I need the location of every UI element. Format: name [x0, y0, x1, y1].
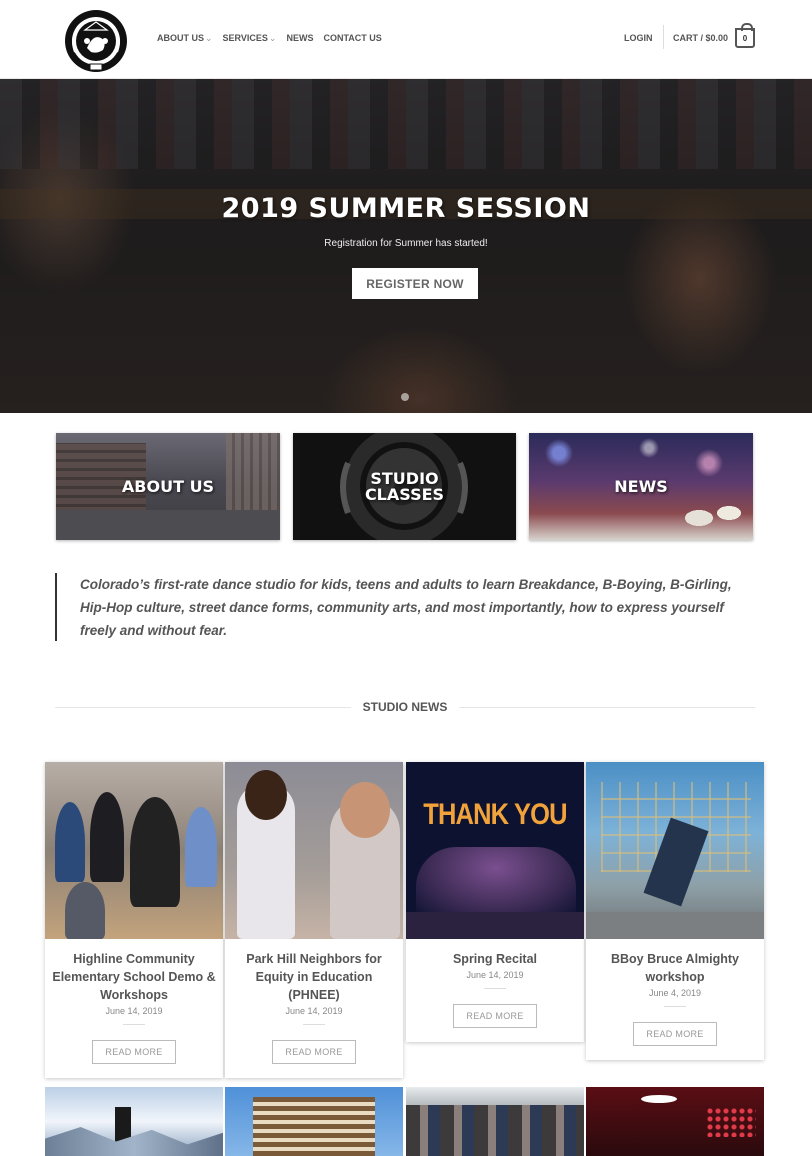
- card-divider: [484, 988, 506, 989]
- image-figure: [706, 1107, 756, 1137]
- image-figure: [65, 882, 105, 939]
- image-figure: [641, 1095, 677, 1103]
- news-card-title[interactable]: Highline Community Elementary School Dem…: [51, 950, 217, 1004]
- news-card-date: June 14, 2019: [466, 970, 524, 980]
- nav-label: NEWS: [286, 33, 314, 43]
- register-now-button[interactable]: REGISTER NOW: [352, 268, 478, 299]
- cart-bag-icon[interactable]: 0: [735, 23, 755, 48]
- image-text: THANK YOU: [423, 798, 567, 831]
- news-card-date: June 4, 2019: [648, 988, 702, 998]
- image-figure: [416, 847, 576, 917]
- image-figure: [340, 782, 390, 838]
- news-card-image[interactable]: [586, 1087, 764, 1156]
- image-figure: [245, 770, 287, 820]
- news-card-image[interactable]: [586, 762, 764, 939]
- nav-label: ABOUT US: [157, 33, 204, 43]
- site-header: ABOUT US⌄ SERVICES⌄ NEWS CONTACT US LOGI…: [0, 0, 812, 79]
- card-divider: [123, 1024, 145, 1025]
- chevron-down-icon: ⌄: [268, 33, 277, 43]
- about-us-tile[interactable]: ABOUT US: [56, 433, 280, 540]
- main-nav: ABOUT US⌄ SERVICES⌄ NEWS CONTACT US: [157, 33, 382, 44]
- news-card[interactable]: Park Hill Neighbors for Equity in Educat…: [225, 762, 403, 1078]
- image-figure: [586, 912, 764, 939]
- news-card-title[interactable]: BBoy Bruce Almighty workshop: [592, 950, 758, 986]
- card-divider: [303, 1024, 325, 1025]
- nav-label: CONTACT US: [323, 33, 382, 43]
- nav-item-about-us[interactable]: ABOUT US⌄: [157, 33, 213, 44]
- chevron-down-icon: ⌄: [205, 33, 213, 43]
- news-card-date: June 14, 2019: [285, 1006, 343, 1016]
- logo-icon[interactable]: [63, 8, 129, 74]
- divider-line: [55, 706, 351, 708]
- studio-news-heading: STUDIO NEWS: [55, 700, 756, 714]
- image-figure: [45, 1127, 223, 1156]
- divider-line: [459, 706, 756, 708]
- news-card-title[interactable]: Spring Recital: [412, 950, 578, 968]
- section-title: STUDIO NEWS: [362, 700, 448, 714]
- image-figure: [253, 1097, 375, 1156]
- news-card-image[interactable]: [225, 1087, 403, 1156]
- news-tile[interactable]: NEWS: [529, 433, 753, 540]
- slider-dot[interactable]: [401, 393, 409, 401]
- image-figure: [90, 792, 124, 882]
- login-link[interactable]: LOGIN: [624, 33, 653, 43]
- read-more-button[interactable]: READ MORE: [453, 1004, 537, 1028]
- tile-image-detail: [679, 503, 749, 540]
- news-card[interactable]: Highline Community Elementary School Dem…: [45, 762, 223, 1078]
- studio-description-quote: Colorado’s first-rate dance studio for k…: [55, 573, 755, 641]
- cart-count: 0: [742, 33, 748, 43]
- news-card-title[interactable]: Park Hill Neighbors for Equity in Educat…: [231, 950, 397, 1004]
- tile-label: NEWS: [614, 477, 668, 496]
- tile-label-line2: CLASSES: [364, 485, 445, 504]
- nav-item-contact-us[interactable]: CONTACT US: [323, 33, 381, 44]
- nav-divider: [663, 25, 664, 49]
- image-figure: [406, 1105, 584, 1156]
- nav-item-services[interactable]: SERVICES⌄: [223, 33, 277, 44]
- news-card-date: June 14, 2019: [105, 1006, 163, 1016]
- news-card[interactable]: THANK YOU Spring Recital June 14, 2019 R…: [406, 762, 584, 1042]
- nav-item-news[interactable]: NEWS: [286, 33, 313, 44]
- image-figure: [406, 912, 584, 939]
- tile-image-detail: [56, 510, 280, 540]
- read-more-button[interactable]: READ MORE: [272, 1040, 356, 1064]
- news-card-image[interactable]: [406, 1087, 584, 1156]
- cart-link[interactable]: CART / $0.00: [673, 33, 728, 43]
- news-card-image[interactable]: [225, 762, 403, 939]
- news-card-image[interactable]: [45, 1087, 223, 1156]
- read-more-button[interactable]: READ MORE: [92, 1040, 176, 1064]
- hero-slider: 2019 SUMMER SESSION Registration for Sum…: [0, 79, 812, 413]
- news-card-image[interactable]: [45, 762, 223, 939]
- tile-image-detail: [226, 433, 280, 518]
- read-more-button[interactable]: READ MORE: [633, 1022, 717, 1046]
- image-figure: [185, 807, 217, 887]
- news-card[interactable]: BBoy Bruce Almighty workshop June 4, 201…: [586, 762, 764, 1060]
- hero-subtitle: Registration for Summer has started!: [324, 238, 488, 249]
- image-figure: [55, 802, 85, 882]
- card-divider: [664, 1006, 686, 1007]
- tile-label: ABOUT US: [121, 477, 215, 496]
- news-card-image[interactable]: THANK YOU: [406, 762, 584, 939]
- image-figure: [130, 797, 180, 907]
- hero-title: 2019 SUMMER SESSION: [221, 193, 591, 224]
- nav-label: SERVICES: [222, 33, 268, 43]
- studio-classes-tile[interactable]: STUDIO CLASSES: [293, 433, 516, 540]
